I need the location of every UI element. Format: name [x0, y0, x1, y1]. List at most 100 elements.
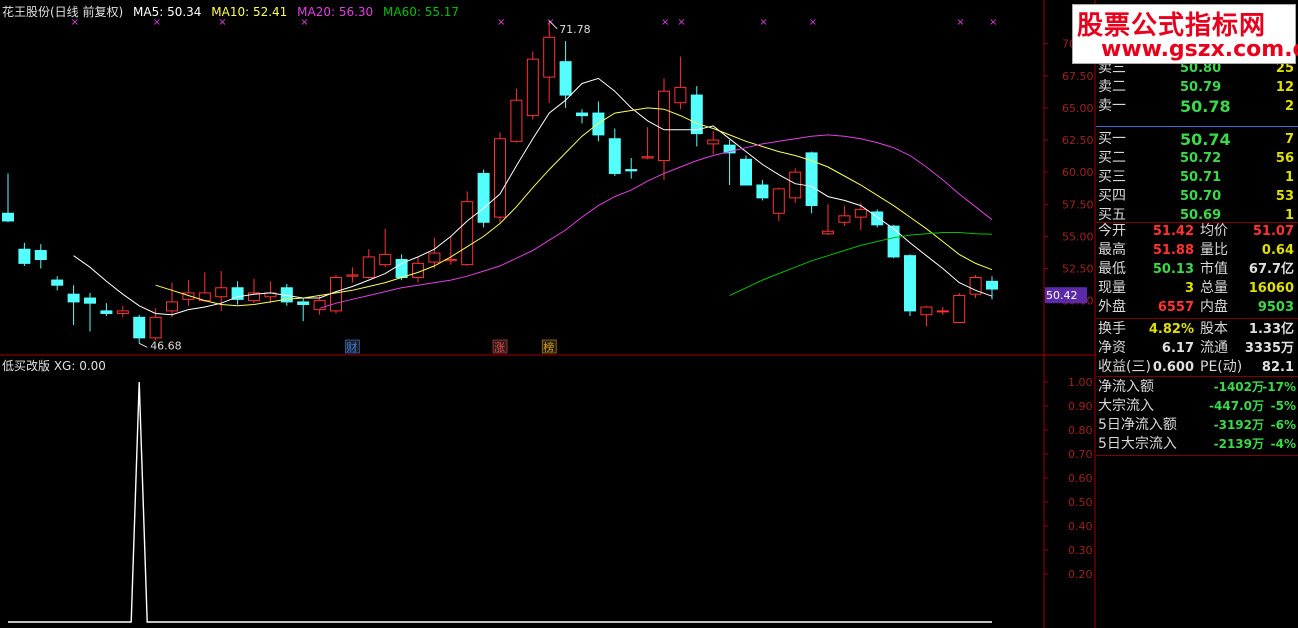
candle-down	[986, 280, 998, 290]
ask-volume: 2	[1284, 99, 1294, 114]
indicator-tick-label: 1.00	[1068, 376, 1093, 389]
ma60-line	[729, 232, 993, 296]
candle-down	[887, 225, 900, 258]
fund-percent: -17%	[1262, 380, 1296, 394]
indicator-tick-label: 0.30	[1068, 544, 1093, 557]
signal-marker: ×	[759, 17, 767, 28]
bid-row: 买四 50.70 53	[1096, 187, 1298, 206]
indicator-tick-label: 0.80	[1068, 424, 1093, 437]
candle-up	[346, 274, 359, 277]
quote-value: 82.1	[1261, 360, 1294, 375]
candle-up	[674, 86, 687, 104]
bid-volume: 7	[1284, 132, 1294, 147]
candle-down	[576, 112, 588, 117]
candle-down	[51, 279, 64, 286]
ma20-label: MA20: 56.30	[297, 5, 374, 19]
fund-amount: -1402万	[1213, 380, 1264, 394]
quote-row: 今开 51.42 均价 51.07	[1096, 222, 1298, 241]
quote-label: 最高	[1098, 242, 1126, 258]
candle-down	[297, 301, 310, 305]
bid-price: 50.74	[1180, 130, 1231, 149]
ask-row: 卖一 50.78 2	[1096, 97, 1298, 116]
quote-value: 67.7亿	[1248, 262, 1294, 277]
fund-row: 5日净流入额 -3192万 -6%	[1096, 416, 1298, 435]
bid-label: 买三	[1098, 169, 1126, 185]
candle-up	[379, 253, 392, 266]
chart-canvas[interactable]: 50.0052.5055.0057.5060.0062.5065.0067.50…	[0, 0, 1096, 628]
signal-marker: ×	[956, 17, 964, 28]
quote-value: 1.33亿	[1248, 322, 1294, 337]
ask-volume: 12	[1275, 80, 1294, 95]
bid-label: 买二	[1098, 150, 1126, 166]
quote-row: 净资 6.17 流通 3335万	[1096, 339, 1298, 358]
signal-marker: ×	[661, 17, 669, 28]
fund-label: 大宗流入	[1098, 398, 1154, 414]
watermark-banner: 股票公式指标网 www.gszx.com.cn	[1072, 4, 1298, 64]
candle-up	[330, 276, 342, 312]
quote-value: 51.88	[1152, 243, 1194, 258]
quote-value: 50.13	[1152, 262, 1194, 277]
stock-chart-window: 50.0052.5055.0057.5060.0062.5065.0067.50…	[0, 0, 1298, 628]
y-tick-label: 52.50	[1062, 263, 1094, 276]
indicator-header: 低买改版 XG: 0.00	[2, 357, 106, 374]
candle-down	[84, 297, 96, 304]
candle-up	[116, 310, 129, 314]
candle-up	[494, 138, 506, 218]
quote-value: 6.17	[1161, 341, 1194, 356]
fund-percent: -6%	[1270, 418, 1296, 432]
candle-down	[477, 172, 490, 223]
bid-price: 50.70	[1180, 189, 1222, 204]
quote-label: 收益(三)	[1098, 359, 1151, 375]
candle-down	[904, 255, 916, 312]
ma5-label: MA5: 50.34	[133, 5, 202, 19]
signal-marker: ×	[809, 17, 817, 28]
quote-value: 4.82%	[1148, 322, 1194, 337]
quote-label: 股本	[1200, 321, 1228, 337]
candle-down	[592, 112, 605, 136]
candle-up	[526, 58, 539, 117]
candle-down	[100, 310, 113, 314]
quote-value: 51.42	[1152, 224, 1194, 239]
bid-label: 买一	[1098, 131, 1126, 147]
candle-up	[149, 316, 162, 339]
event-tag: 财	[346, 340, 357, 354]
low-pointer	[138, 342, 148, 348]
y-tick-label: 65.00	[1062, 102, 1094, 115]
candle-down	[231, 287, 244, 300]
quote-label: 净资	[1098, 340, 1126, 356]
quote-value: 6557	[1157, 300, 1194, 315]
fund-amount: -447.0万	[1209, 399, 1264, 413]
candle-up	[707, 139, 720, 145]
candle-down	[690, 94, 703, 135]
candle-up	[641, 156, 654, 159]
low-annotation: 46.68	[150, 339, 182, 352]
signal-marker: ×	[497, 17, 505, 28]
candle-down	[67, 293, 80, 303]
indicator-tick-label: 0.90	[1068, 400, 1093, 413]
y-tick-label: 67.50	[1062, 70, 1094, 83]
y-tick-label: 55.00	[1062, 230, 1094, 243]
stock-title: 花王股份(日线 前复权)	[2, 5, 124, 19]
candle-up	[772, 188, 785, 214]
quote-label: 今开	[1098, 223, 1126, 239]
fund-label: 5日大宗流入	[1098, 436, 1177, 452]
bid-label: 买四	[1098, 188, 1126, 204]
quote-row: 收益(三) 0.600 PE(动) 82.1	[1096, 358, 1298, 377]
indicator-tick-label: 0.40	[1068, 520, 1093, 533]
candle-down	[625, 169, 638, 172]
bid-row: 买三 50.71 1	[1096, 168, 1298, 187]
quote-value: 0.600	[1152, 360, 1194, 375]
fund-amount: -3192万	[1213, 418, 1264, 432]
quote-label: 现量	[1098, 280, 1126, 296]
candle-down	[608, 138, 621, 174]
quote-label: 均价	[1200, 223, 1228, 239]
quote-row: 最高 51.88 量比 0.64	[1096, 241, 1298, 260]
bid-price: 50.72	[1180, 151, 1222, 166]
ask-label: 卖一	[1098, 98, 1126, 114]
y-tick-label: 60.00	[1062, 166, 1094, 179]
quote-label: 最低	[1098, 261, 1126, 277]
candle-down	[34, 250, 47, 261]
ask-price: 50.79	[1180, 80, 1222, 95]
quote-row: 换手 4.82% 股本 1.33亿	[1096, 320, 1298, 339]
indicator-tick-label: 0.60	[1068, 472, 1093, 485]
